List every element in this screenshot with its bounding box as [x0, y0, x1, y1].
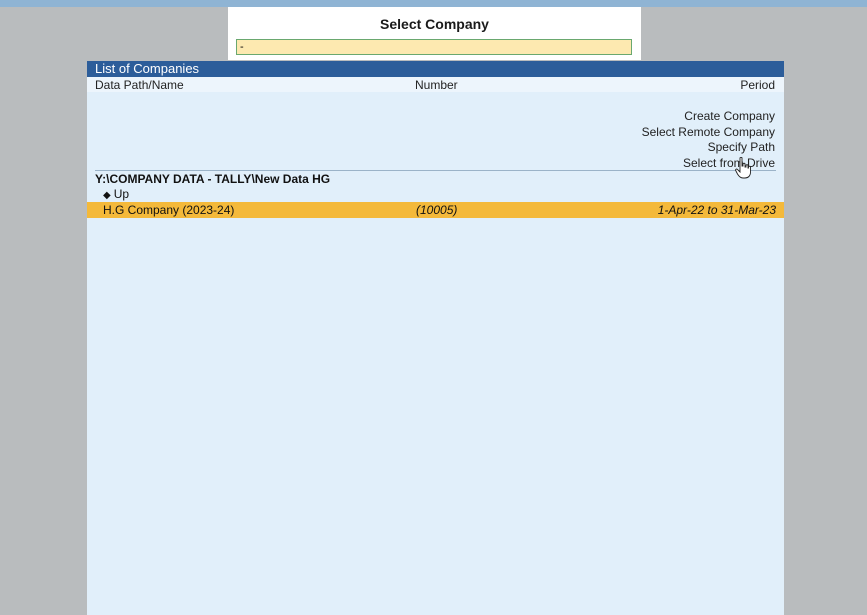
top-strip: [0, 0, 867, 7]
create-company-button[interactable]: Create Company: [642, 109, 775, 125]
up-label: Up: [113, 187, 130, 201]
action-list: Create Company Select Remote Company Spe…: [642, 109, 775, 171]
divider: [95, 170, 776, 171]
select-company-title: Select Company: [380, 16, 489, 32]
column-header-row: Data Path/Name Number Period: [87, 77, 784, 92]
select-remote-company-button[interactable]: Select Remote Company: [642, 125, 775, 141]
data-path: Y:\COMPANY DATA - TALLY\New Data HG: [95, 172, 331, 186]
company-search-input[interactable]: [236, 39, 632, 55]
hand-cursor-icon: [735, 157, 751, 179]
specify-path-button[interactable]: Specify Path: [642, 140, 775, 156]
select-company-dialog: Select Company: [228, 7, 641, 60]
select-from-drive-button[interactable]: Select from Drive: [642, 156, 775, 172]
company-list-panel: List of Companies Data Path/Name Number …: [87, 61, 784, 615]
company-period: 1-Apr-22 to 31-Mar-23: [657, 203, 776, 217]
column-header-period: Period: [740, 78, 775, 92]
company-number: (10005): [416, 203, 458, 217]
up-item[interactable]: ◆ Up: [103, 187, 129, 201]
diamond-icon: ◆: [103, 190, 111, 201]
column-header-number: Number: [415, 78, 458, 92]
column-header-name: Data Path/Name: [95, 78, 184, 92]
company-row[interactable]: H.G Company (2023-24) (10005) 1-Apr-22 t…: [87, 202, 784, 218]
list-header: List of Companies: [87, 61, 784, 77]
company-name: H.G Company (2023-24): [103, 203, 235, 217]
